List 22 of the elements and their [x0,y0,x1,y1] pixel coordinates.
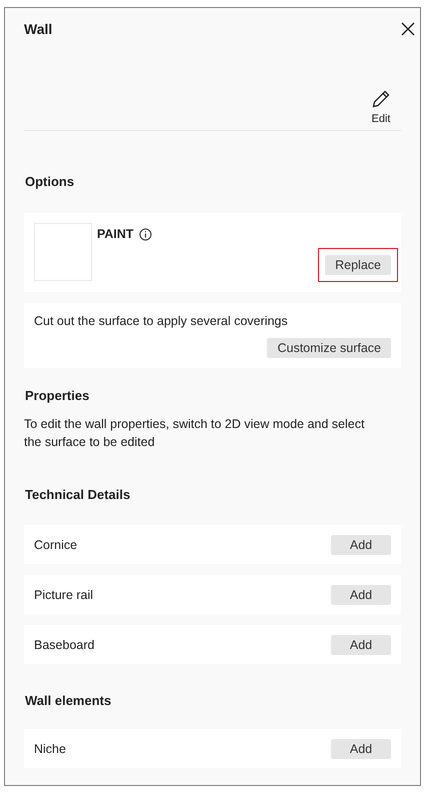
section-heading: Wall elements [25,693,112,708]
section-heading: Technical Details [25,487,132,502]
detail-label: Baseboard [34,636,94,654]
section-heading: Options [25,174,76,189]
detail-label: Niche [34,740,66,758]
customize-surface-button[interactable]: Customize surface [267,338,391,358]
replace-button[interactable]: Replace [325,255,391,275]
covering-name: PAINT [97,227,134,241]
panel-title: Wall [24,21,52,37]
edit-button[interactable]: Edit [371,89,401,125]
add-button[interactable]: Add [331,634,391,654]
add-button[interactable]: Add [331,534,391,554]
detail-label: Cornice [34,536,78,554]
detail-label: Picture rail [34,586,94,604]
section-heading: Properties [25,388,90,403]
pencil-icon [371,89,391,109]
add-button[interactable]: Add [331,738,391,758]
close-button[interactable] [400,21,416,37]
info-icon[interactable] [138,228,152,240]
add-button[interactable]: Add [331,584,391,604]
customize-description: Cut out the surface to apply several coverings [34,313,289,330]
properties-description: To edit the wall properties, switch to 2D view mode and select the surface to be edited [24,416,366,451]
